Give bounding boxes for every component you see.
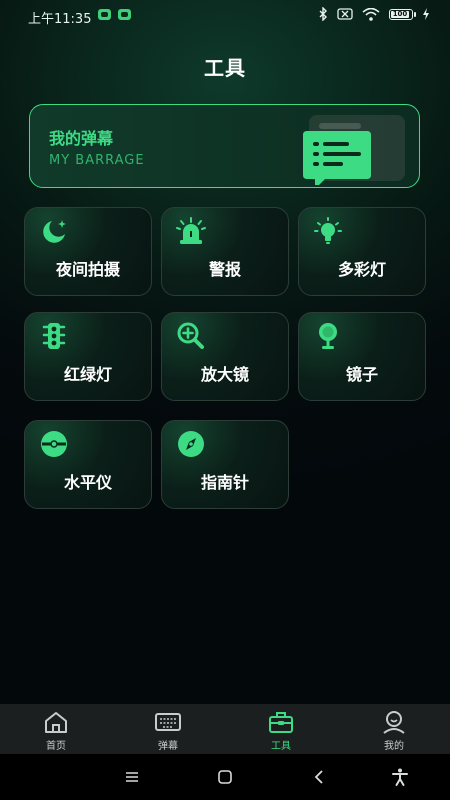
notification-icon (118, 9, 131, 20)
nav-label: 工具 (271, 741, 291, 752)
nav-label: 首页 (46, 741, 66, 752)
status-time: 上午11:35 (28, 12, 92, 27)
barrage-card-title: 我的弹幕 (49, 129, 114, 148)
tool-label: 警报 (208, 260, 241, 279)
profile-icon (383, 711, 405, 734)
compass-icon (178, 431, 204, 457)
tool-night-shot[interactable]: 夜间拍摄 (24, 207, 152, 296)
barrage-card-subtitle: MY BARRAGE (49, 153, 145, 168)
nav-label: 我的 (384, 741, 404, 752)
home-button-icon[interactable] (215, 767, 235, 787)
nav-barrage[interactable]: 弹幕 (112, 704, 224, 754)
alarm-icon (176, 217, 206, 244)
tool-alarm[interactable]: 警报 (161, 207, 289, 296)
tool-traffic-light[interactable]: 红绿灯 (24, 312, 152, 401)
sim-off-icon (337, 8, 353, 20)
chat-bubble-icon (303, 115, 405, 185)
tool-colorful-light[interactable]: 多彩灯 (298, 207, 426, 296)
moon-icon (43, 220, 66, 243)
tool-label: 放大镜 (200, 365, 249, 384)
tool-label: 红绿灯 (63, 365, 112, 384)
screen: 上午11:35 100 工具 我的弹幕 MY BARRAGE 夜间拍摄 警报 多… (0, 0, 450, 800)
traffic-light-icon (42, 323, 66, 349)
bluetooth-icon (319, 7, 327, 21)
tool-label: 镜子 (345, 365, 378, 384)
charging-icon (423, 8, 429, 20)
system-nav-bar (0, 754, 450, 800)
mirror-icon (319, 323, 337, 349)
tool-compass[interactable]: 指南针 (161, 420, 289, 509)
tool-level[interactable]: 水平仪 (24, 420, 152, 509)
wifi-icon (362, 7, 380, 21)
nav-home[interactable]: 首页 (0, 704, 112, 754)
toolbox-icon (269, 712, 293, 733)
magnifier-icon (177, 322, 204, 349)
back-icon[interactable] (309, 767, 329, 787)
notification-icon (98, 9, 111, 20)
menu-icon[interactable] (122, 767, 142, 787)
tool-label: 多彩灯 (337, 260, 386, 279)
level-icon (41, 431, 67, 457)
tool-magnifier[interactable]: 放大镜 (161, 312, 289, 401)
status-bar: 上午11:35 100 (0, 0, 450, 32)
tool-label: 水平仪 (63, 473, 112, 492)
tool-label: 指南针 (200, 473, 249, 492)
my-barrage-card[interactable]: 我的弹幕 MY BARRAGE (29, 104, 420, 188)
accessibility-icon[interactable] (390, 767, 410, 787)
battery-level: 100 (391, 9, 409, 18)
tool-mirror[interactable]: 镜子 (298, 312, 426, 401)
keyboard-icon (155, 713, 181, 731)
nav-mine[interactable]: 我的 (338, 704, 450, 754)
tool-label: 夜间拍摄 (55, 260, 120, 279)
battery-icon: 100 (389, 8, 416, 20)
status-icons: 100 (318, 7, 430, 21)
bottom-nav: 首页 弹幕 工具 我的 (0, 704, 450, 754)
page-title: 工具 (204, 56, 246, 80)
nav-label: 弹幕 (158, 741, 178, 752)
home-icon (45, 712, 67, 733)
nav-tools[interactable]: 工具 (225, 704, 337, 754)
bulb-icon (314, 217, 342, 244)
